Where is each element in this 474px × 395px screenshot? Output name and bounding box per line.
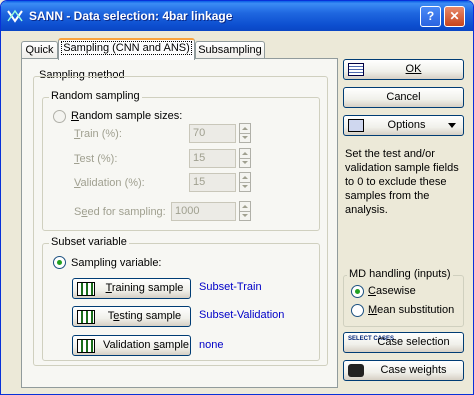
md-handling-legend: MD handling (inputs) (347, 268, 453, 280)
training-sample-value: Subset-Train (199, 281, 262, 293)
mean-substitution-radio[interactable] (351, 304, 364, 317)
options-icon (348, 119, 364, 132)
casewise-radio[interactable] (351, 285, 364, 298)
dropdown-arrow-icon (448, 123, 456, 128)
tab-sampling[interactable]: Sampling (CNN and ANS) (58, 38, 195, 60)
sample-selector-icon (77, 339, 95, 353)
case-weights-button[interactable]: Case weights (343, 360, 464, 381)
train-percent-input[interactable]: 70 (189, 124, 236, 143)
grid-icon (348, 63, 364, 76)
sample-selector-icon (77, 282, 95, 296)
casewise-label: Casewise (368, 285, 416, 297)
test-percent-spinner[interactable] (239, 148, 251, 168)
select-cases-icon: SELECT CASES (348, 336, 395, 342)
validation-label: Validation (%): (74, 177, 145, 189)
test-percent-input[interactable]: 15 (189, 149, 236, 168)
random-sampling-legend: Random sampling (49, 90, 142, 102)
help-note: Set the test and/or validation sample fi… (345, 148, 459, 216)
app-icon (7, 9, 23, 23)
test-label: Test (%): (74, 153, 118, 165)
ok-button[interactable]: OK (343, 59, 464, 80)
weights-icon (348, 364, 364, 377)
random-sample-sizes-radio[interactable] (53, 110, 66, 123)
seed-input[interactable]: 1000 (171, 202, 236, 221)
random-sample-sizes-label: Random sample sizes: (71, 110, 183, 122)
options-button[interactable]: Options (343, 115, 464, 136)
mean-substitution-label: Mean substitution (368, 304, 455, 316)
training-sample-button[interactable]: Training sample (72, 278, 191, 299)
help-button[interactable]: ? (420, 6, 441, 27)
train-label: Train (%): (74, 128, 122, 140)
train-percent-spinner[interactable] (239, 123, 251, 143)
seed-label: Seed for sampling: (74, 206, 166, 218)
validation-sample-button[interactable]: Validation sample (72, 335, 191, 356)
md-handling-group (343, 275, 464, 327)
validation-percent-input[interactable]: 15 (189, 173, 236, 192)
seed-spinner[interactable] (239, 201, 251, 221)
dialog-window: SANN - Data selection: 4bar linkage ? ✕ … (0, 0, 474, 395)
validation-sample-value: none (199, 339, 224, 351)
testing-sample-button[interactable]: Testing sample (72, 306, 191, 327)
close-button[interactable]: ✕ (444, 6, 465, 27)
sample-selector-icon (77, 310, 95, 324)
window-title: SANN - Data selection: 4bar linkage (29, 9, 233, 23)
sampling-variable-label: Sampling variable: (71, 257, 162, 269)
case-selection-button[interactable]: SELECT CASES Case selection (343, 332, 464, 353)
title-bar[interactable]: SANN - Data selection: 4bar linkage ? ✕ (1, 1, 473, 31)
cancel-button[interactable]: Cancel (343, 87, 464, 108)
validation-percent-spinner[interactable] (239, 172, 251, 192)
testing-sample-value: Subset-Validation (199, 309, 285, 321)
subset-variable-legend: Subset variable (49, 236, 129, 248)
sampling-variable-radio[interactable] (53, 256, 66, 269)
